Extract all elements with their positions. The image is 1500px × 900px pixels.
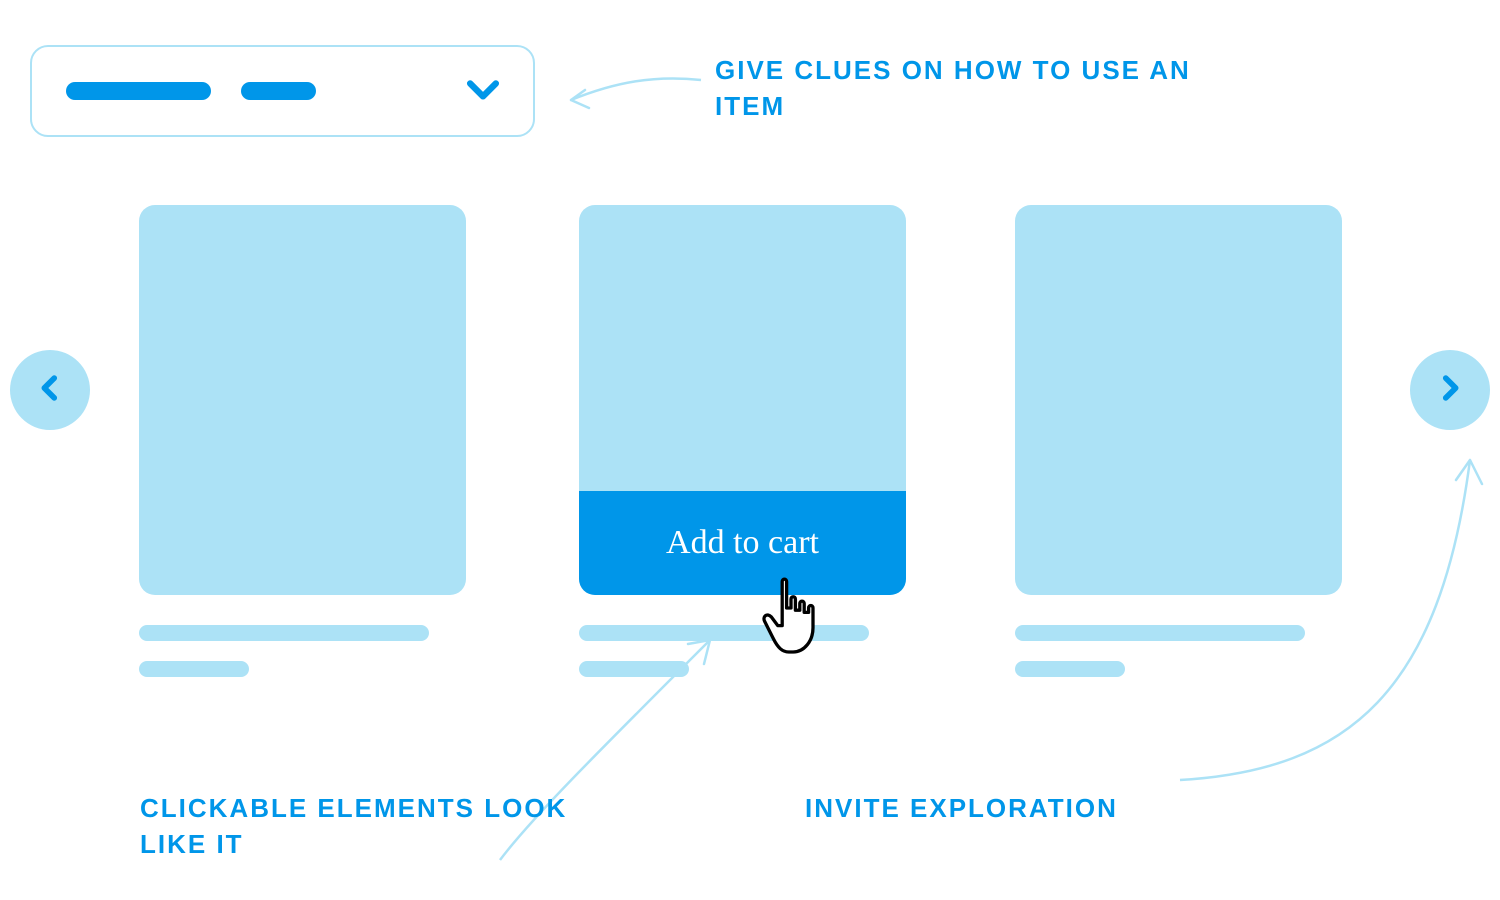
product-image-placeholder: Add to cart	[579, 205, 906, 595]
pointer-cursor-icon	[755, 575, 827, 663]
annotation-invite: INVITE EXPLORATION	[805, 790, 1305, 826]
carousel-next-button[interactable]	[1410, 350, 1490, 430]
placeholder-line	[241, 82, 316, 100]
placeholder-line	[139, 661, 249, 677]
product-card[interactable]	[139, 205, 466, 677]
placeholder-line	[66, 82, 211, 100]
placeholder-line	[139, 625, 429, 641]
product-card[interactable]: Add to cart	[579, 205, 906, 677]
chevron-right-icon	[1433, 371, 1467, 410]
annotation-arrow	[555, 70, 705, 140]
carousel-prev-button[interactable]	[10, 350, 90, 430]
product-image-placeholder	[139, 205, 466, 595]
annotation-clue: GIVE CLUES ON HOW TO USE AN ITEM	[715, 52, 1215, 125]
add-to-cart-button[interactable]: Add to cart	[579, 491, 906, 595]
add-to-cart-label: Add to cart	[666, 524, 819, 562]
product-image-placeholder	[1015, 205, 1342, 595]
chevron-left-icon	[33, 371, 67, 410]
product-card[interactable]	[1015, 205, 1342, 677]
dropdown-content-placeholder	[66, 82, 316, 100]
placeholder-line	[1015, 661, 1125, 677]
placeholder-line	[579, 661, 689, 677]
annotation-clickable: CLICKABLE ELEMENTS LOOK LIKE IT	[140, 790, 640, 863]
placeholder-line	[1015, 625, 1305, 641]
dropdown-control[interactable]	[30, 45, 535, 137]
chevron-down-icon	[461, 67, 505, 116]
